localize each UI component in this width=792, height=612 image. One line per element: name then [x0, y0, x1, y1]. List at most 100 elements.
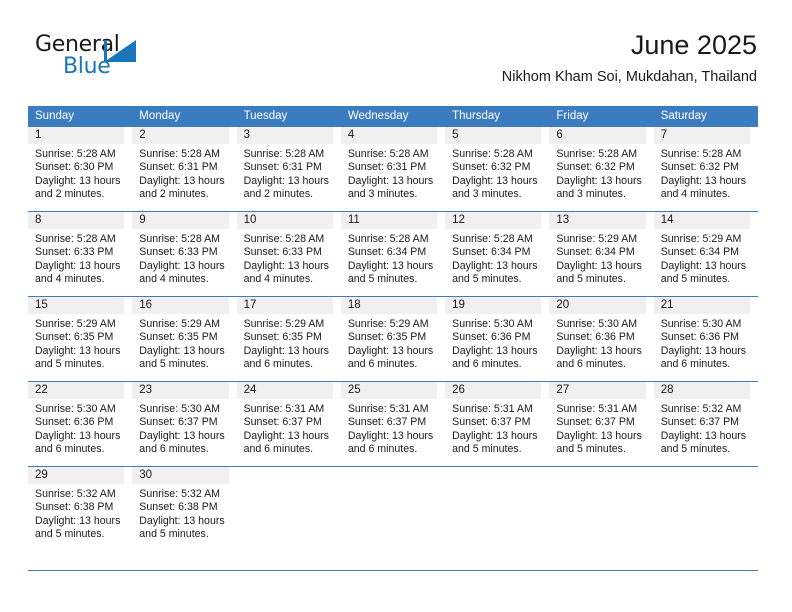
day-cell[interactable]: 8 Sunrise: 5:28 AM Sunset: 6:33 PM Dayli…: [28, 211, 133, 297]
day-cell[interactable]: 10 Sunrise: 5:28 AM Sunset: 6:33 PM Dayl…: [236, 211, 341, 297]
sunrise-line: Sunrise: 5:32 AM: [660, 403, 742, 415]
daylight-line-2: and 2 minutes.: [35, 187, 105, 200]
daylight-line-1: Daylight: 13 hours: [35, 429, 121, 442]
sunset-line: Sunset: 6:34 PM: [452, 246, 531, 259]
day-cell[interactable]: 27 Sunrise: 5:31 AM Sunset: 6:37 PM Dayl…: [549, 381, 654, 467]
day-cell[interactable]: 3 Sunrise: 5:28 AM Sunset: 6:31 PM Dayli…: [236, 127, 341, 212]
day-cell[interactable]: 5 Sunrise: 5:28 AM Sunset: 6:32 PM Dayli…: [445, 127, 550, 212]
day-cell[interactable]: 15 Sunrise: 5:29 AM Sunset: 6:35 PM Dayl…: [28, 296, 133, 382]
day-cell[interactable]: 23 Sunrise: 5:30 AM Sunset: 6:37 PM Dayl…: [132, 381, 237, 467]
day-details: Sunrise: 5:28 AM Sunset: 6:33 PM Dayligh…: [237, 229, 341, 286]
day-number: 19: [445, 297, 542, 314]
sunset-line: Sunset: 6:32 PM: [660, 161, 740, 174]
day-cell[interactable]: 6 Sunrise: 5:28 AM Sunset: 6:32 PM Dayli…: [549, 127, 654, 212]
day-details: Sunrise: 5:28 AM Sunset: 6:30 PM Dayligh…: [28, 144, 132, 201]
daylight-line-2: and 6 minutes.: [452, 357, 522, 370]
sunrise-line: Sunrise: 5:29 AM: [556, 233, 638, 245]
day-cell[interactable]: 9 Sunrise: 5:28 AM Sunset: 6:33 PM Dayli…: [132, 211, 237, 297]
daylight-line-2: and 5 minutes.: [452, 442, 522, 455]
daylight-line-1: Daylight: 13 hours: [35, 259, 121, 272]
day-cell[interactable]: 21 Sunrise: 5:30 AM Sunset: 6:36 PM Dayl…: [653, 296, 758, 382]
sunrise-line: Sunrise: 5:30 AM: [452, 318, 533, 330]
sunrise-line: Sunrise: 5:32 AM: [139, 488, 220, 500]
sunrise-line: Sunrise: 5:29 AM: [243, 318, 325, 330]
sunrise-line: Sunrise: 5:28 AM: [452, 233, 533, 245]
weekday-header-wednesday: Wednesday: [340, 106, 446, 127]
day-cell[interactable]: 13 Sunrise: 5:29 AM Sunset: 6:34 PM Dayl…: [549, 211, 654, 297]
sunset-line: Sunset: 6:31 PM: [243, 161, 322, 174]
sunrise-line: Sunrise: 5:29 AM: [139, 318, 220, 330]
day-details: Sunrise: 5:28 AM Sunset: 6:31 PM Dayligh…: [341, 144, 445, 201]
day-cell[interactable]: 12 Sunrise: 5:28 AM Sunset: 6:34 PM Dayl…: [445, 211, 550, 297]
day-number: 1: [28, 127, 125, 144]
day-details: Sunrise: 5:28 AM Sunset: 6:31 PM Dayligh…: [132, 144, 236, 201]
day-number: 20: [549, 297, 646, 314]
day-number: 22: [28, 382, 125, 399]
daylight-line-2: and 6 minutes.: [347, 442, 418, 455]
day-cell[interactable]: 26 Sunrise: 5:31 AM Sunset: 6:37 PM Dayl…: [445, 381, 550, 467]
daylight-line-2: and 6 minutes.: [660, 357, 731, 370]
sunset-line: Sunset: 6:33 PM: [243, 246, 322, 259]
day-cell[interactable]: 29 Sunrise: 5:32 AM Sunset: 6:38 PM Dayl…: [28, 466, 133, 551]
sunrise-line: Sunrise: 5:30 AM: [139, 403, 220, 415]
weekday-header-saturday: Saturday: [653, 106, 758, 127]
day-cell[interactable]: 7 Sunrise: 5:28 AM Sunset: 6:32 PM Dayli…: [653, 127, 758, 212]
day-cell[interactable]: 2 Sunrise: 5:28 AM Sunset: 6:31 PM Dayli…: [132, 127, 237, 212]
day-cell[interactable]: 28 Sunrise: 5:32 AM Sunset: 6:37 PM Dayl…: [653, 381, 758, 467]
logo-text-blue: Blue: [63, 54, 111, 79]
sunrise-line: Sunrise: 5:28 AM: [347, 148, 429, 160]
sunset-line: Sunset: 6:38 PM: [139, 501, 218, 514]
calendar-table: Sunday Monday Tuesday Wednesday Thursday…: [28, 106, 758, 551]
weekday-header-sunday: Sunday: [28, 106, 133, 127]
calendar-table-wrapper: Sunday Monday Tuesday Wednesday Thursday…: [28, 106, 758, 551]
daylight-line-2: and 3 minutes.: [347, 187, 418, 200]
daylight-line-2: and 5 minutes.: [139, 357, 209, 370]
day-cell[interactable]: 4 Sunrise: 5:28 AM Sunset: 6:31 PM Dayli…: [340, 127, 446, 212]
daylight-line-1: Daylight: 13 hours: [139, 174, 225, 187]
sunset-line: Sunset: 6:31 PM: [347, 161, 427, 174]
day-number: 15: [28, 297, 125, 314]
day-number: 16: [132, 297, 229, 314]
day-cell[interactable]: 19 Sunrise: 5:30 AM Sunset: 6:36 PM Dayl…: [445, 296, 550, 382]
daylight-line-1: Daylight: 13 hours: [452, 174, 538, 187]
day-details: Sunrise: 5:30 AM Sunset: 6:36 PM Dayligh…: [28, 399, 132, 456]
daylight-line-2: and 5 minutes.: [660, 272, 731, 285]
day-cell[interactable]: 20 Sunrise: 5:30 AM Sunset: 6:36 PM Dayl…: [549, 296, 654, 382]
sunrise-line: Sunrise: 5:31 AM: [347, 403, 429, 415]
daylight-line-1: Daylight: 13 hours: [347, 259, 434, 272]
day-number: 28: [653, 382, 750, 399]
day-details: Sunrise: 5:30 AM Sunset: 6:36 PM Dayligh…: [654, 314, 758, 371]
daylight-line-2: and 2 minutes.: [139, 187, 209, 200]
sunset-line: Sunset: 6:37 PM: [660, 416, 740, 429]
day-cell[interactable]: 25 Sunrise: 5:31 AM Sunset: 6:37 PM Dayl…: [340, 381, 446, 467]
daylight-line-1: Daylight: 13 hours: [35, 514, 121, 527]
daylight-line-1: Daylight: 13 hours: [556, 259, 642, 272]
daylight-line-1: Daylight: 13 hours: [243, 259, 329, 272]
daylight-line-2: and 3 minutes.: [452, 187, 522, 200]
sunset-line: Sunset: 6:35 PM: [35, 331, 114, 344]
day-cell[interactable]: 14 Sunrise: 5:29 AM Sunset: 6:34 PM Dayl…: [653, 211, 758, 297]
day-cell[interactable]: 1 Sunrise: 5:28 AM Sunset: 6:30 PM Dayli…: [28, 127, 133, 212]
calendar-week-row: 1 Sunrise: 5:28 AM Sunset: 6:30 PM Dayli…: [28, 127, 758, 212]
sunrise-line: Sunrise: 5:30 AM: [660, 318, 742, 330]
daylight-line-2: and 5 minutes.: [35, 357, 105, 370]
day-number: [237, 467, 333, 484]
daylight-line-1: Daylight: 13 hours: [347, 174, 434, 187]
day-number: 3: [236, 127, 333, 144]
day-cell[interactable]: 24 Sunrise: 5:31 AM Sunset: 6:37 PM Dayl…: [236, 381, 341, 467]
sunset-line: Sunset: 6:33 PM: [139, 246, 218, 259]
calendar-page: General Blue June 2025 Nikhom Kham Soi, …: [0, 0, 792, 612]
day-cell[interactable]: 22 Sunrise: 5:30 AM Sunset: 6:36 PM Dayl…: [28, 381, 133, 467]
day-cell[interactable]: 18 Sunrise: 5:29 AM Sunset: 6:35 PM Dayl…: [340, 296, 446, 382]
sunrise-line: Sunrise: 5:28 AM: [243, 233, 325, 245]
sunset-line: Sunset: 6:31 PM: [139, 161, 218, 174]
sunrise-line: Sunrise: 5:28 AM: [660, 148, 742, 160]
weekday-header-thursday: Thursday: [445, 106, 550, 127]
day-cell[interactable]: 16 Sunrise: 5:29 AM Sunset: 6:35 PM Dayl…: [132, 296, 237, 382]
day-number: 10: [236, 212, 333, 229]
day-cell[interactable]: 30 Sunrise: 5:32 AM Sunset: 6:38 PM Dayl…: [132, 466, 237, 551]
day-cell[interactable]: 11 Sunrise: 5:28 AM Sunset: 6:34 PM Dayl…: [340, 211, 446, 297]
sunrise-line: Sunrise: 5:28 AM: [243, 148, 325, 160]
day-cell[interactable]: 17 Sunrise: 5:29 AM Sunset: 6:35 PM Dayl…: [236, 296, 341, 382]
table-bottom-rule: [28, 570, 758, 571]
